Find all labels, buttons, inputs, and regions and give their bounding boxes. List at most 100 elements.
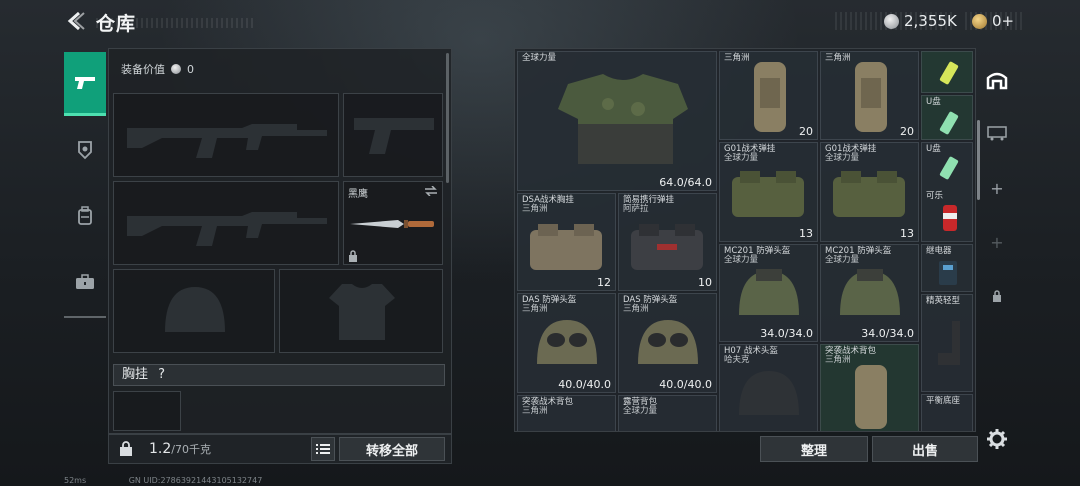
lock-icon bbox=[993, 290, 1001, 302]
primary-weapon-slot[interactable] bbox=[113, 93, 339, 177]
add-storage-button-2[interactable]: + bbox=[982, 228, 1012, 256]
inventory-item[interactable]: 露营背包 全球力量 bbox=[618, 395, 717, 431]
swap-icon[interactable] bbox=[424, 186, 438, 196]
status-footer: 52ms GN UID:27863921443105132747 bbox=[64, 476, 262, 485]
inventory-item[interactable]: G01战术弹挂 全球力量 13 bbox=[719, 142, 818, 242]
inventory-item[interactable]: DSA战术胸挂 三角洲 12 bbox=[517, 193, 616, 291]
sort-button[interactable]: 整理 bbox=[760, 436, 868, 462]
inventory-item[interactable]: 突袭战术背包 三角洲 bbox=[517, 395, 616, 431]
equipment-scrollbar[interactable] bbox=[446, 53, 449, 183]
chest-rig-label: 胸挂 bbox=[122, 367, 149, 382]
inventory-item[interactable]: H07 战术头盔 哈夫克 bbox=[719, 344, 818, 431]
chest-rig-slot[interactable] bbox=[113, 391, 181, 431]
equipment-value: 装备价值 0 bbox=[121, 61, 194, 77]
storage-tab-2[interactable] bbox=[982, 118, 1012, 146]
tab-weapons[interactable] bbox=[64, 52, 106, 116]
add-storage-button[interactable]: + bbox=[982, 174, 1012, 202]
silver-coin-icon bbox=[884, 13, 899, 29]
page-title: 仓库 bbox=[96, 13, 137, 35]
inventory-item[interactable]: 简易携行弹挂 阿萨拉 10 bbox=[618, 193, 717, 291]
armor-icon bbox=[329, 284, 395, 340]
sidearm-slot[interactable] bbox=[343, 93, 443, 177]
soda-can-icon bbox=[943, 205, 957, 231]
inventory-item[interactable]: 三角洲 20 bbox=[719, 51, 818, 140]
cart-icon bbox=[987, 126, 1007, 141]
inventory-item[interactable]: 全球力量 64.0/64.0 bbox=[517, 51, 717, 191]
inventory-grid: 全球力量 64.0/64.0 三角洲 20 三角洲 20 U盘 G01战术弹挂 … bbox=[514, 48, 976, 432]
silver-currency[interactable]: 2,355K bbox=[884, 12, 957, 30]
gold-currency[interactable]: 0+ bbox=[972, 12, 1014, 30]
inventory-item[interactable]: G01战术弹挂 全球力量 13 bbox=[820, 142, 919, 242]
equipment-value-amount: 0 bbox=[187, 62, 194, 76]
back-arrow-icon[interactable] bbox=[64, 10, 86, 32]
tab-case[interactable] bbox=[64, 256, 106, 308]
usb-drive-icon bbox=[939, 111, 959, 135]
chest-rig-header[interactable]: 胸挂 ? bbox=[113, 364, 445, 386]
silver-amount: 2,355K bbox=[904, 12, 957, 30]
backpack-icon bbox=[78, 206, 92, 225]
helmet-icon bbox=[840, 269, 900, 315]
help-icon[interactable]: ? bbox=[158, 367, 165, 382]
usb-drive-icon bbox=[939, 61, 959, 85]
medal-icon bbox=[78, 141, 92, 160]
inventory-item[interactable]: 三角洲 20 bbox=[820, 51, 919, 140]
rifle-icon bbox=[127, 212, 327, 246]
secondary-weapon-slot[interactable] bbox=[113, 181, 339, 265]
carry-weight: 1.2/70千克 bbox=[149, 441, 211, 457]
tab-medals[interactable] bbox=[64, 124, 106, 176]
backpack-icon bbox=[754, 62, 786, 132]
lock-icon bbox=[349, 250, 357, 262]
helmet-icon bbox=[739, 269, 799, 315]
chest-rig-icon bbox=[530, 224, 602, 270]
weight-max: /70千克 bbox=[171, 443, 211, 456]
inventory-item[interactable]: 继电器 bbox=[921, 244, 973, 292]
inventory-item[interactable]: MC201 防弹头盔 全球力量 34.0/34.0 bbox=[719, 244, 818, 342]
capacity-bar: 1.2/70千克 转移全部 bbox=[108, 434, 452, 464]
inventory-item[interactable]: 突袭战术背包 三角洲 bbox=[820, 344, 919, 431]
equipment-panel: 装备价值 0 黑鹰 胸挂 ? bbox=[108, 48, 452, 434]
inventory-item[interactable]: U盘 可乐 bbox=[921, 142, 973, 242]
storage-tab[interactable] bbox=[982, 66, 1012, 94]
ping-value: 52ms bbox=[64, 476, 87, 485]
warehouse-icon bbox=[986, 72, 1008, 90]
plus-icon: + bbox=[990, 232, 1004, 252]
silver-coin-icon bbox=[171, 64, 181, 74]
sell-button[interactable]: 出售 bbox=[872, 436, 978, 462]
list-icon bbox=[316, 444, 330, 454]
list-view-button[interactable] bbox=[311, 437, 335, 461]
transfer-all-button[interactable]: 转移全部 bbox=[339, 437, 445, 461]
user-id: GN UID:27863921443105132747 bbox=[128, 476, 263, 485]
melee-slot[interactable]: 黑鹰 bbox=[343, 181, 443, 265]
helmet-icon bbox=[165, 287, 225, 332]
rifle-icon bbox=[127, 124, 327, 158]
plus-icon: + bbox=[990, 178, 1004, 198]
gear-icon[interactable] bbox=[986, 428, 1008, 450]
armor-vest-icon bbox=[558, 74, 688, 164]
inventory-item[interactable]: DAS 防弹头盔 三角洲 40.0/40.0 bbox=[517, 293, 616, 393]
inventory-item[interactable]: DAS 防弹头盔 三角洲 40.0/40.0 bbox=[618, 293, 717, 393]
briefcase-icon bbox=[76, 274, 94, 289]
inventory-item[interactable] bbox=[921, 51, 973, 93]
nav-divider bbox=[64, 316, 106, 318]
right-nav: + + bbox=[982, 58, 1012, 318]
inventory-item[interactable]: U盘 bbox=[921, 95, 973, 140]
chest-rig-icon bbox=[732, 171, 804, 217]
lock-icon[interactable] bbox=[119, 441, 133, 457]
helmet-slot[interactable] bbox=[113, 269, 275, 353]
top-bar: 仓库 2,355K 0+ bbox=[0, 0, 1080, 44]
chest-rig-icon bbox=[833, 171, 905, 217]
armor-slot[interactable] bbox=[279, 269, 443, 353]
inventory-item[interactable]: 平衡底座 bbox=[921, 394, 973, 431]
inventory-item[interactable]: MC201 防弹头盔 全球力量 34.0/34.0 bbox=[820, 244, 919, 342]
gold-amount: 0+ bbox=[992, 12, 1015, 30]
left-nav bbox=[64, 48, 106, 320]
gold-coin-icon bbox=[972, 13, 987, 29]
tab-backpack[interactable] bbox=[64, 190, 106, 242]
melee-label: 黑鹰 bbox=[348, 189, 368, 200]
locked-storage bbox=[982, 282, 1012, 310]
pistol-icon bbox=[75, 76, 95, 89]
backpack-icon bbox=[855, 365, 887, 429]
backpack-icon bbox=[855, 62, 887, 132]
inventory-scrollbar[interactable] bbox=[977, 120, 980, 200]
inventory-item[interactable]: 精英轻型 bbox=[921, 294, 973, 392]
